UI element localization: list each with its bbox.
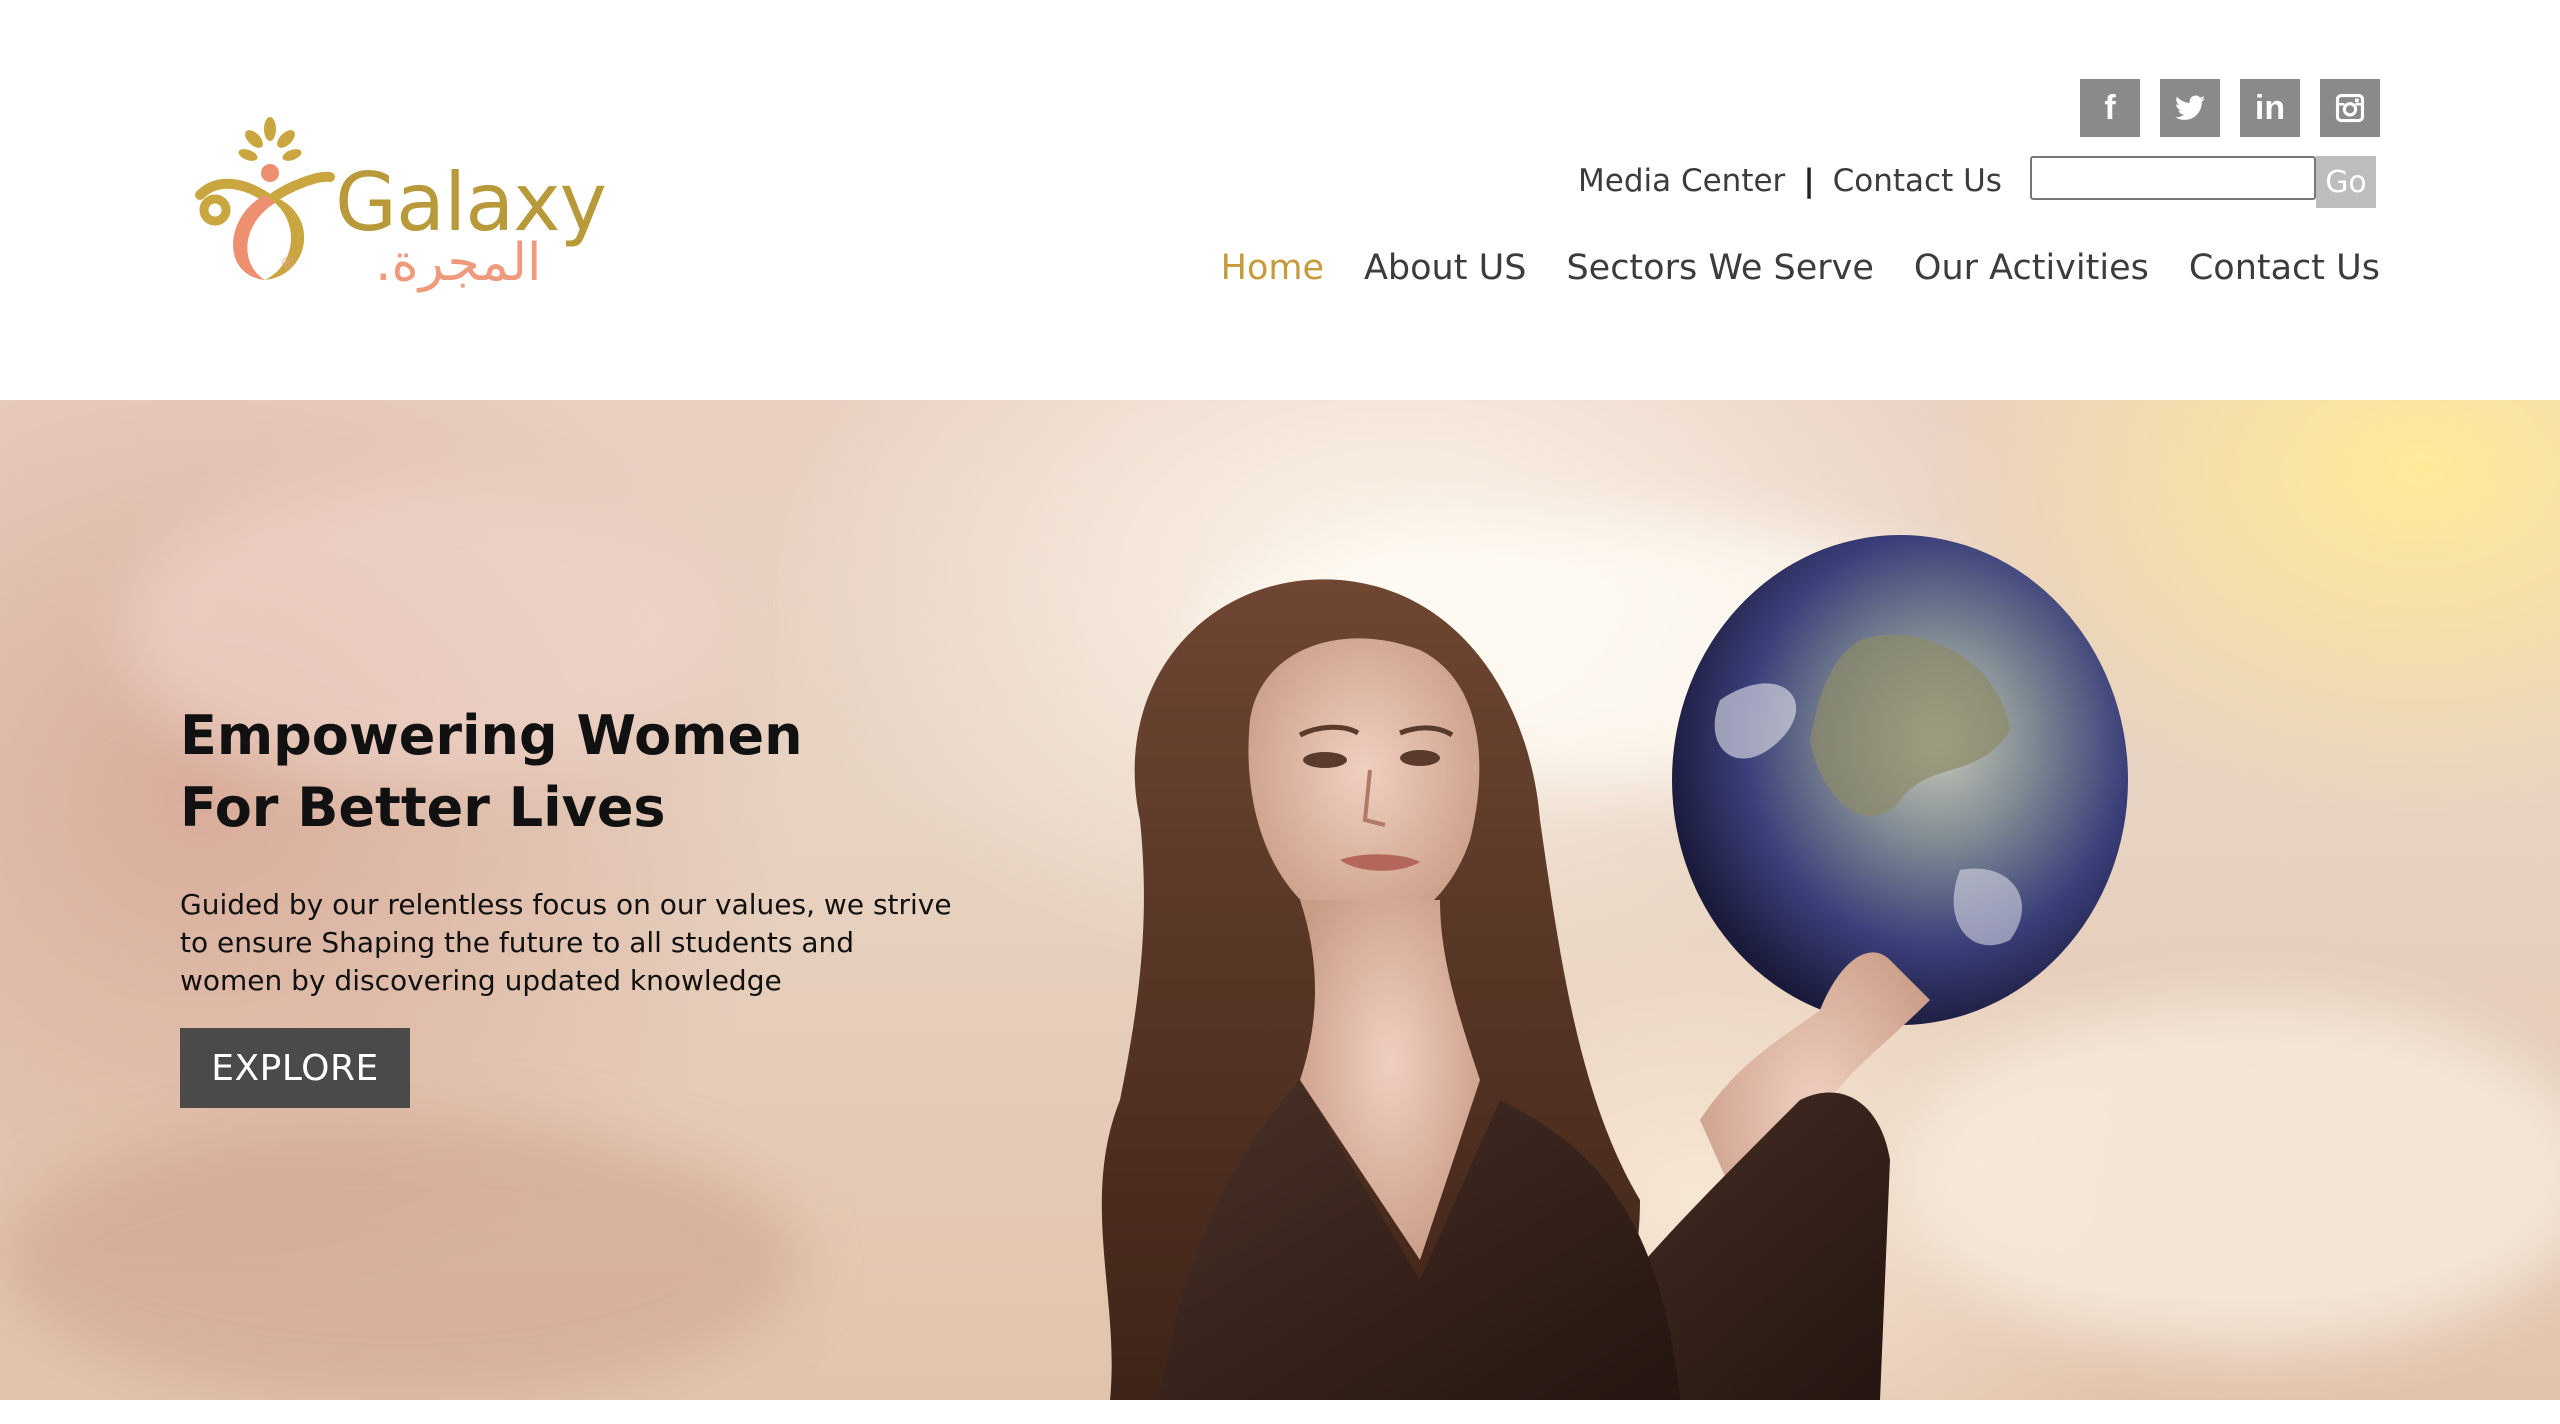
social-links: f in bbox=[2080, 79, 2380, 137]
hero-description: Guided by our relentless focus on our va… bbox=[180, 888, 952, 997]
nav-home[interactable]: Home bbox=[1221, 248, 1324, 288]
search-input[interactable] bbox=[2030, 156, 2316, 200]
search-form: Go bbox=[2030, 156, 2376, 208]
hero-title: Empowering Women For Better Lives bbox=[180, 700, 1000, 844]
instagram-icon[interactable] bbox=[2320, 79, 2380, 137]
logo-arabic-text: المجرة. bbox=[375, 233, 542, 293]
hero-title-line-2: For Better Lives bbox=[180, 776, 666, 839]
top-links: Media Center | Contact Us bbox=[1578, 163, 2002, 199]
hero-content: Empowering Women For Better Lives Guided… bbox=[180, 700, 1000, 1108]
facebook-label: f bbox=[2104, 88, 2116, 127]
nav-about-us[interactable]: About US bbox=[1364, 248, 1526, 288]
twitter-bird-icon bbox=[2175, 95, 2205, 120]
explore-button[interactable]: EXPLORE bbox=[180, 1028, 410, 1108]
top-contact-us-link[interactable]: Contact Us bbox=[1833, 163, 2002, 199]
instagram-camera-icon bbox=[2335, 93, 2365, 123]
main-navigation: Home About US Sectors We Serve Our Activ… bbox=[1221, 248, 2380, 288]
logo-wordmark: Galaxy bbox=[335, 156, 607, 249]
registered-mark: ® bbox=[282, 255, 294, 272]
nav-sectors-we-serve[interactable]: Sectors We Serve bbox=[1566, 248, 1873, 288]
facebook-icon[interactable]: f bbox=[2080, 79, 2140, 137]
twitter-icon[interactable] bbox=[2160, 79, 2220, 137]
nav-contact-us[interactable]: Contact Us bbox=[2189, 248, 2380, 288]
hero-title-line-1: Empowering Women bbox=[180, 704, 803, 767]
linkedin-icon[interactable]: in bbox=[2240, 79, 2300, 137]
hero-banner: Empowering Women For Better Lives Guided… bbox=[0, 400, 2560, 1400]
galaxy-logo[interactable]: ® Galaxy المجرة. bbox=[180, 115, 630, 305]
linkedin-label: in bbox=[2254, 88, 2286, 127]
nav-our-activities[interactable]: Our Activities bbox=[1914, 248, 2149, 288]
cloud-shape bbox=[0, 1120, 800, 1400]
search-go-button[interactable]: Go bbox=[2316, 156, 2376, 208]
link-separator: | bbox=[1803, 163, 1815, 199]
media-center-link[interactable]: Media Center bbox=[1578, 163, 1785, 199]
